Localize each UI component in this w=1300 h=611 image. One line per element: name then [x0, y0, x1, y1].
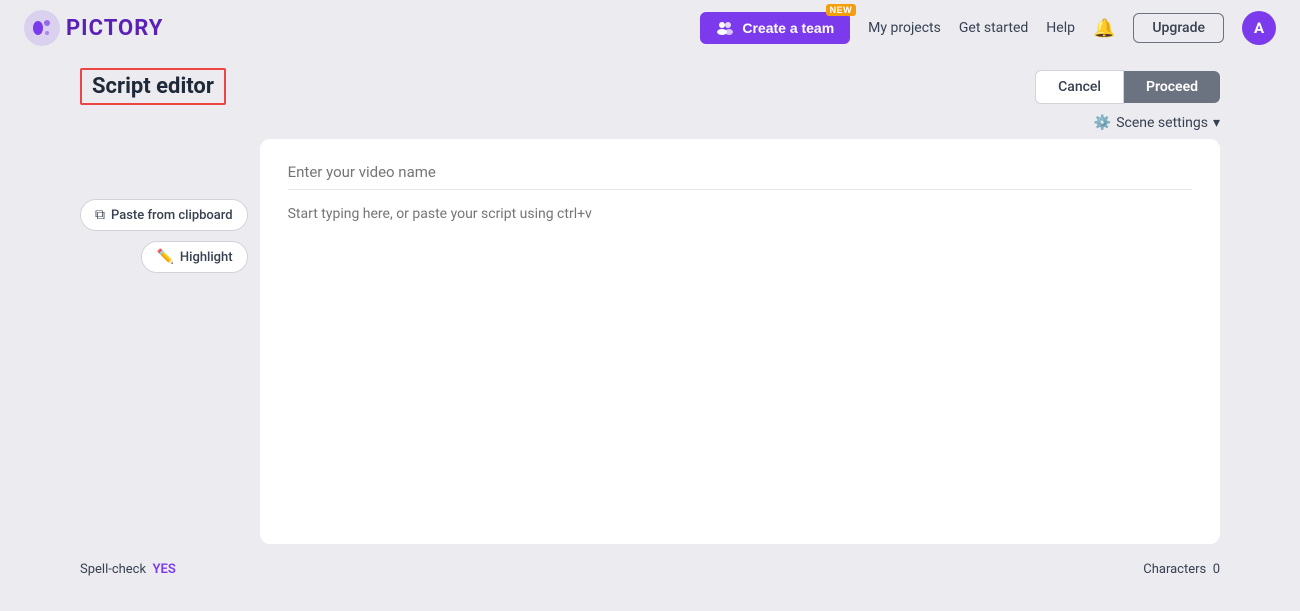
editor-card [260, 139, 1220, 544]
header: PICTORY Create a team NEW My projects Ge… [0, 0, 1300, 56]
gear-icon: ⚙️ [1094, 115, 1111, 131]
page-title: Script editor [80, 68, 226, 105]
editor-wrapper: ⧉ Paste from clipboard ✏️ Highlight [80, 139, 1220, 544]
script-textarea[interactable] [288, 206, 1192, 526]
scene-settings-row: ⚙️ Scene settings ▾ [80, 115, 1220, 131]
help-link[interactable]: Help [1046, 20, 1075, 36]
scene-settings-label: Scene settings [1116, 115, 1208, 131]
main-content: Script editor Cancel Proceed ⚙️ Scene se… [0, 56, 1300, 544]
bell-icon[interactable]: 🔔 [1093, 18, 1115, 39]
characters-label: Characters [1143, 562, 1206, 577]
team-icon [716, 21, 734, 35]
logo-text: PICTORY [66, 16, 163, 41]
logo-icon [24, 10, 60, 46]
paste-label: Paste from clipboard [111, 208, 233, 223]
scene-settings-button[interactable]: ⚙️ Scene settings ▾ [1094, 115, 1220, 131]
proceed-button[interactable]: Proceed [1124, 71, 1220, 103]
spell-check-toggle[interactable]: YES [153, 562, 176, 577]
highlight-button[interactable]: ✏️ Highlight [141, 241, 247, 273]
characters-value: 0 [1213, 562, 1220, 577]
clipboard-icon: ⧉ [95, 207, 105, 223]
upgrade-button[interactable]: Upgrade [1133, 13, 1224, 43]
title-actions: Cancel Proceed [1035, 70, 1220, 104]
create-team-button[interactable]: Create a team NEW [700, 12, 850, 44]
highlight-label: Highlight [180, 250, 233, 265]
header-right: Create a team NEW My projects Get starte… [700, 11, 1276, 45]
new-badge: NEW [826, 4, 857, 16]
get-started-link[interactable]: Get started [959, 20, 1028, 36]
spell-check: Spell-check YES [80, 562, 176, 577]
my-projects-link[interactable]: My projects [868, 20, 941, 36]
avatar: A [1242, 11, 1276, 45]
title-row: Script editor Cancel Proceed [80, 68, 1220, 105]
paste-from-clipboard-button[interactable]: ⧉ Paste from clipboard [80, 199, 248, 231]
create-team-label: Create a team [742, 20, 834, 36]
logo: PICTORY [24, 10, 163, 46]
chevron-down-icon: ▾ [1213, 115, 1220, 131]
spell-check-label: Spell-check [80, 562, 146, 577]
sidebar-tools: ⧉ Paste from clipboard ✏️ Highlight [80, 139, 248, 544]
highlight-icon: ✏️ [156, 249, 173, 265]
cancel-button[interactable]: Cancel [1035, 70, 1124, 104]
video-name-input[interactable] [288, 163, 1192, 190]
footer-bar: Spell-check YES Characters 0 [0, 552, 1300, 577]
characters-count: Characters 0 [1143, 562, 1220, 577]
